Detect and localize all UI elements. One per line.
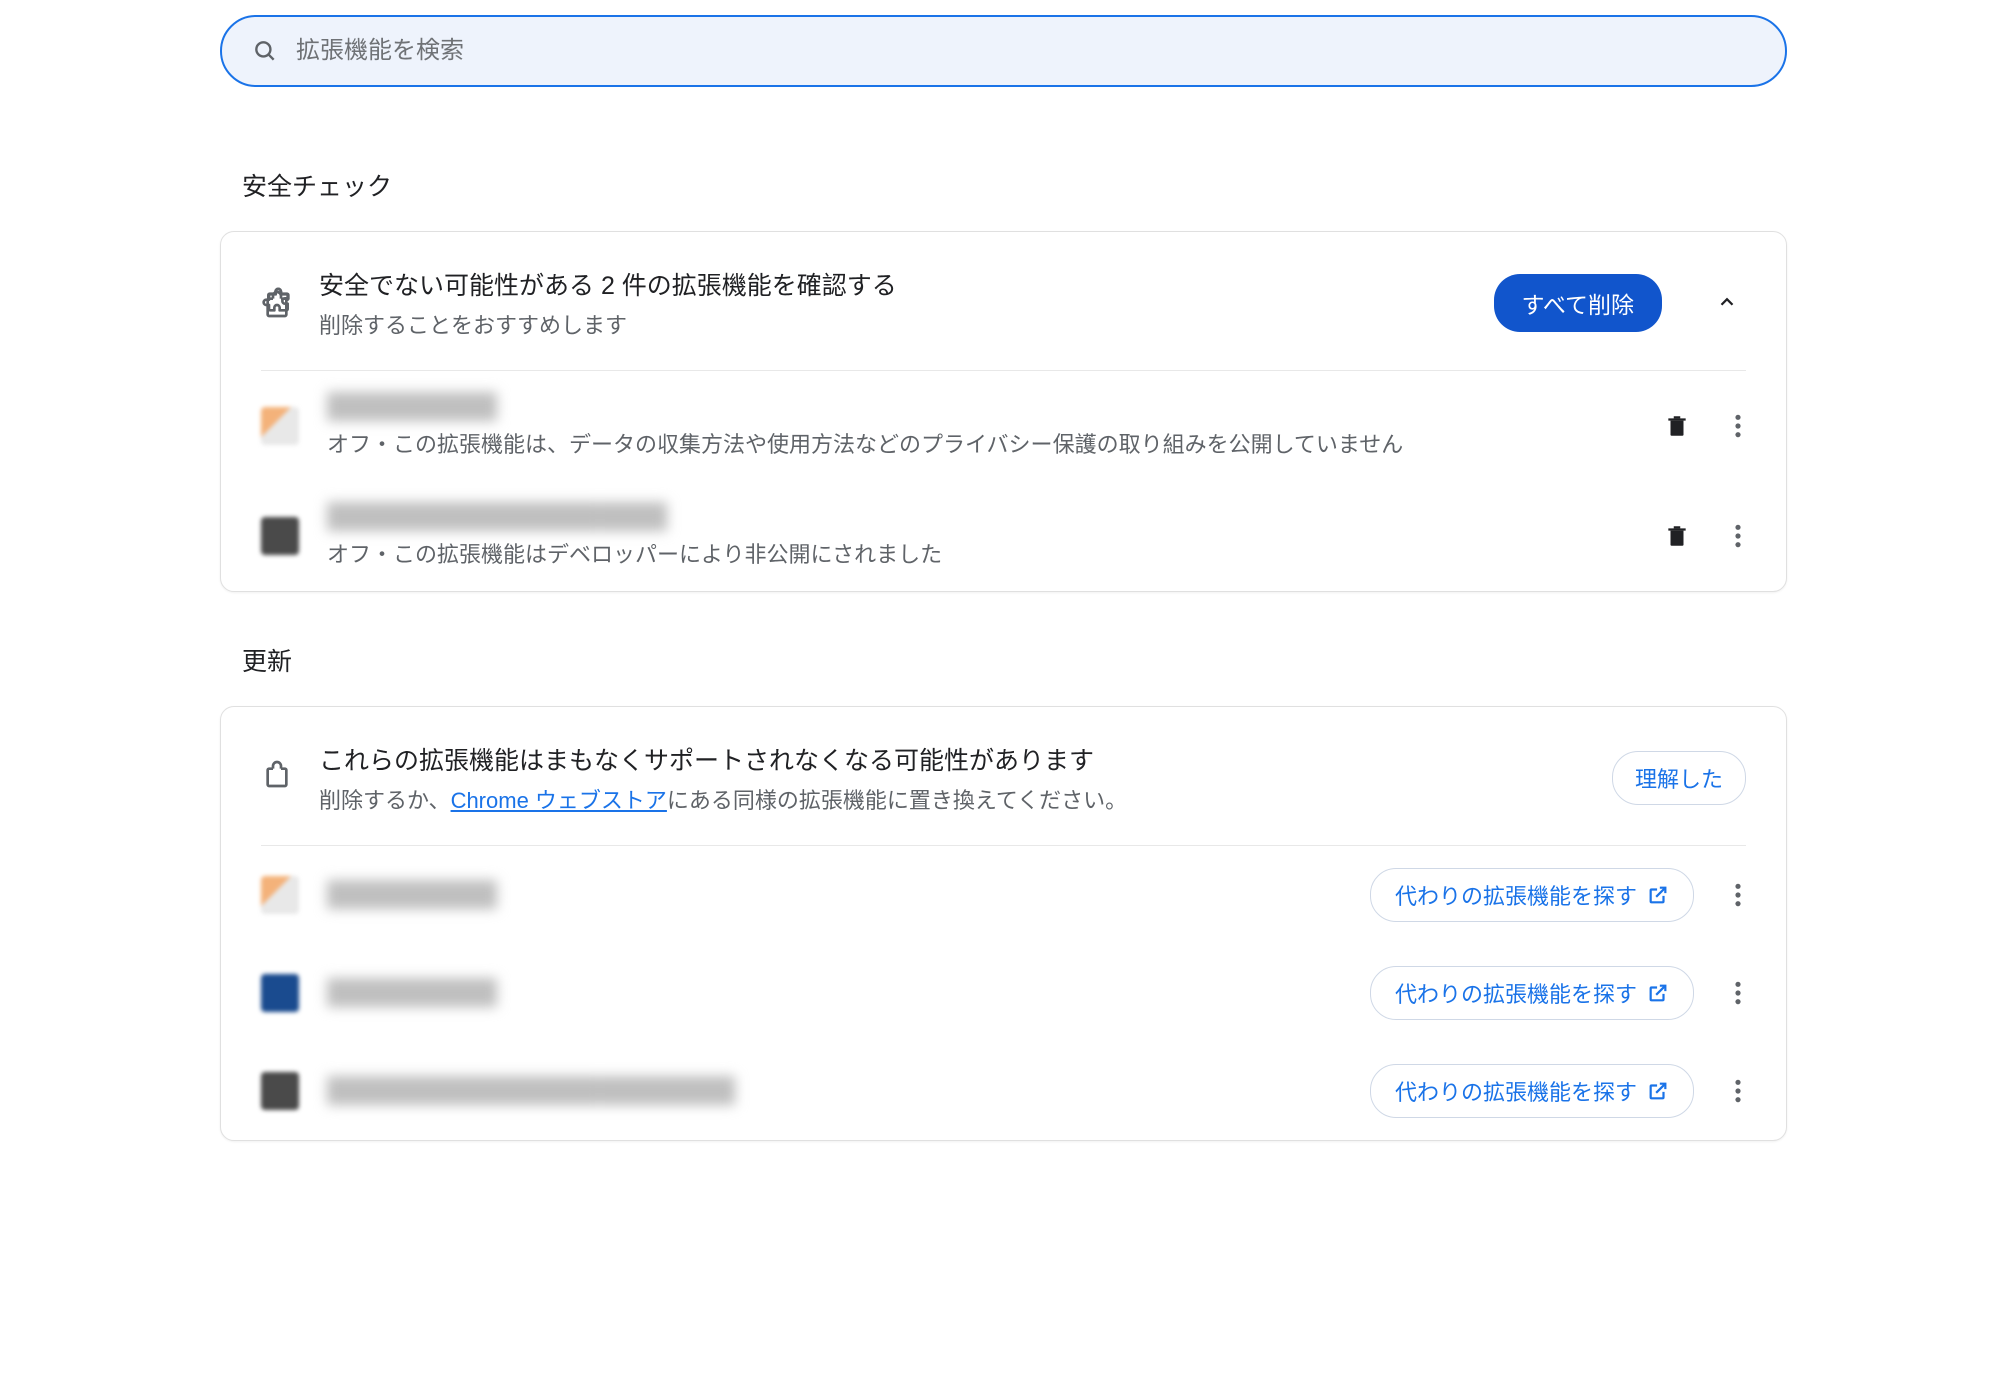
extension-status: オフ・この拡張機能はデベロッパーにより非公開にされました: [327, 537, 1632, 569]
more-vert-icon: [1734, 882, 1742, 908]
extension-thumbnail: [261, 876, 299, 914]
extension-thumbnail: [261, 1072, 299, 1110]
delete-button[interactable]: [1660, 519, 1694, 553]
extension-name: ████████████████████: [327, 503, 1632, 531]
extension-thumbnail: [261, 517, 299, 555]
find-alternative-button[interactable]: 代わりの拡張機能を探す: [1370, 868, 1694, 922]
extension-thumbnail: [261, 974, 299, 1012]
more-menu-button[interactable]: [1730, 878, 1746, 912]
search-input[interactable]: [296, 37, 1755, 65]
chevron-up-icon: [1716, 291, 1738, 313]
search-icon: [252, 38, 278, 64]
webstore-link[interactable]: Chrome ウェブストア: [451, 788, 667, 813]
more-vert-icon: [1734, 413, 1742, 439]
extension-row: ██████████ 代わりの拡張機能を探す: [261, 944, 1746, 1042]
more-menu-button[interactable]: [1730, 409, 1746, 443]
more-vert-icon: [1734, 980, 1742, 1006]
safety-card: 安全でない可能性がある 2 件の拡張機能を確認する 削除することをおすすめします…: [220, 231, 1787, 592]
extension-icon: [261, 760, 293, 797]
collapse-button[interactable]: [1708, 283, 1746, 324]
extension-status: オフ・この拡張機能は、データの収集方法や使用方法などのプライバシー保護の取り組み…: [327, 427, 1632, 459]
updates-header-title: これらの拡張機能はまもなくサポートされなくなる可能性があります: [319, 741, 1586, 777]
delete-all-button[interactable]: すべて削除: [1494, 274, 1662, 332]
updates-card-header: これらの拡張機能はまもなくサポートされなくなる可能性があります 削除するか、Ch…: [261, 707, 1746, 846]
more-vert-icon: [1734, 1078, 1742, 1104]
updates-header-subtitle: 削除するか、Chrome ウェブストアにある同様の拡張機能に置き換えてください。: [319, 783, 1586, 815]
extension-name: ██████████: [327, 881, 1342, 909]
safety-card-header: 安全でない可能性がある 2 件の拡張機能を確認する 削除することをおすすめします…: [261, 232, 1746, 371]
extension-row: ██████████ オフ・この拡張機能は、データの収集方法や使用方法などのプラ…: [261, 371, 1746, 481]
extension-name: ██████████: [327, 393, 1632, 421]
open-in-new-icon: [1647, 1080, 1669, 1102]
dismiss-button[interactable]: 理解した: [1612, 751, 1746, 805]
extension-name: ████████████████████████: [327, 1077, 1342, 1105]
safety-section: 安全チェック 安全でない可能性がある 2 件の拡張機能を確認する 削除することを…: [220, 167, 1787, 592]
find-alternative-button[interactable]: 代わりの拡張機能を探す: [1370, 1064, 1694, 1118]
more-menu-button[interactable]: [1730, 1074, 1746, 1108]
trash-icon: [1664, 523, 1690, 549]
extension-row: ████████████████████ オフ・この拡張機能はデベロッパーにより…: [261, 481, 1746, 591]
more-vert-icon: [1734, 523, 1742, 549]
safety-header-title: 安全でない可能性がある 2 件の拡張機能を確認する: [319, 266, 1468, 302]
updates-card: これらの拡張機能はまもなくサポートされなくなる可能性があります 削除するか、Ch…: [220, 706, 1787, 1141]
extension-name: ██████████: [327, 979, 1342, 1007]
safety-title: 安全チェック: [242, 167, 1787, 203]
safety-header-subtitle: 削除することをおすすめします: [319, 308, 1468, 340]
trash-icon: [1664, 413, 1690, 439]
search-bar[interactable]: [220, 15, 1787, 87]
more-menu-button[interactable]: [1730, 519, 1746, 553]
delete-button[interactable]: [1660, 409, 1694, 443]
more-menu-button[interactable]: [1730, 976, 1746, 1010]
find-alternative-button[interactable]: 代わりの拡張機能を探す: [1370, 966, 1694, 1020]
extension-row: ████████████████████████ 代わりの拡張機能を探す: [261, 1042, 1746, 1140]
updates-title: 更新: [242, 642, 1787, 678]
extension-icon: [261, 285, 293, 322]
updates-section: 更新 これらの拡張機能はまもなくサポートされなくなる可能性があります 削除するか…: [220, 642, 1787, 1141]
open-in-new-icon: [1647, 884, 1669, 906]
open-in-new-icon: [1647, 982, 1669, 1004]
extension-row: ██████████ 代わりの拡張機能を探す: [261, 846, 1746, 944]
extension-thumbnail: [261, 407, 299, 445]
